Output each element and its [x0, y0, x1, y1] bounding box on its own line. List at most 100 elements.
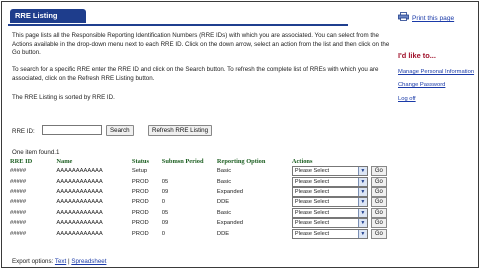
print-this-page-link[interactable]: Print this page	[412, 15, 454, 22]
cell-reporting-option: DDE	[216, 199, 230, 206]
change-password-link[interactable]: Change Password	[398, 82, 445, 88]
export-spreadsheet-link[interactable]: Spreadsheet	[71, 258, 106, 265]
cell-rre-id: #####	[10, 220, 27, 227]
cell-name: AAAAAAAAAAAA	[56, 230, 103, 237]
chevron-down-icon[interactable]: ▼	[357, 177, 367, 186]
cell-rre-id: #####	[10, 188, 27, 195]
action-select-value: Please Select	[294, 168, 330, 175]
chevron-down-icon[interactable]: ▼	[357, 229, 367, 238]
go-button[interactable]: Go	[370, 207, 387, 218]
header-name[interactable]: Name	[56, 156, 132, 166]
go-button[interactable]: Go	[370, 186, 387, 197]
cell-submsn-period: 0	[161, 230, 166, 237]
intro-paragraph-1: This page lists all the Responsible Repo…	[12, 32, 390, 57]
window-frame: RRE Listing This page lists all the Resp…	[1, 1, 479, 268]
cell-rre-id: #####	[10, 199, 27, 206]
cell-actions: Please Select ▼ Go	[291, 186, 390, 197]
chevron-down-icon[interactable]: ▼	[357, 198, 367, 207]
rre-id-input[interactable]	[42, 125, 102, 135]
chevron-down-icon[interactable]: ▼	[357, 167, 367, 176]
export-options: Export options: Text | Spreadsheet	[12, 258, 106, 265]
search-button[interactable]: Search	[106, 125, 134, 136]
export-separator: |	[67, 258, 70, 265]
cell-status: PROD	[131, 230, 149, 237]
go-button[interactable]: Go	[370, 166, 387, 177]
cell-reporting-option: Basic	[216, 178, 232, 185]
go-button[interactable]: Go	[370, 176, 387, 187]
header-submsn-period[interactable]: Submsn Period	[162, 156, 217, 166]
rre-id-label: RRE ID:	[12, 128, 35, 135]
sidebar: Print this page I'd like to... Manage Pe…	[398, 8, 480, 267]
chevron-down-icon[interactable]: ▼	[357, 219, 367, 228]
action-select[interactable]: Please Select ▼	[291, 218, 368, 229]
header-rre-id[interactable]: RRE ID	[10, 156, 56, 166]
cell-status: PROD	[131, 188, 149, 195]
action-select[interactable]: Please Select ▼	[291, 228, 368, 239]
cell-submsn-period: 05	[161, 178, 169, 185]
header-status[interactable]: Status	[132, 156, 162, 166]
go-button[interactable]: Go	[370, 218, 387, 229]
cell-submsn-period: 0	[161, 199, 166, 206]
table-row: ##### AAAAAAAAAAAA PROD 05 Basic Please Selec…	[10, 176, 390, 187]
header-reporting-option[interactable]: Reporting Option	[217, 156, 292, 166]
export-text-link[interactable]: Text	[55, 258, 66, 265]
table-row: ##### AAAAAAAAAAAA PROD 0 DDE Please Select ▼ G…	[10, 228, 390, 239]
cell-actions: Please Select ▼ Go	[291, 207, 390, 218]
cell-submsn-period: 05	[161, 209, 169, 216]
log-off-link[interactable]: Log off	[398, 96, 416, 102]
cell-status: Setup	[131, 168, 148, 175]
action-select-value: Please Select	[294, 230, 330, 237]
cell-actions: Please Select ▼ Go	[291, 218, 390, 229]
cell-actions: Please Select ▼ Go	[291, 166, 390, 177]
cell-name: AAAAAAAAAAAA	[56, 220, 103, 227]
cell-actions: Please Select ▼ Go	[291, 197, 390, 208]
cell-actions: Please Select ▼ Go	[291, 176, 390, 187]
intro-paragraph-2: To search for a specific RRE enter the R…	[12, 66, 379, 82]
page-title: RRE Listing	[10, 9, 86, 23]
rre-table: RRE ID Name Status Submsn Period Reporti…	[10, 156, 390, 239]
export-label: Export options:	[12, 258, 54, 265]
table-row: ##### AAAAAAAAAAAA PROD 05 Basic Please Selec…	[10, 207, 390, 218]
cell-submsn-period: 09	[161, 188, 169, 195]
cell-actions: Please Select ▼ Go	[291, 228, 390, 239]
action-select-value: Please Select	[294, 199, 330, 206]
printer-icon[interactable]	[398, 12, 409, 21]
cell-status: PROD	[131, 220, 149, 227]
cell-name: AAAAAAAAAAAA	[56, 168, 103, 175]
title-bar: RRE Listing	[8, 8, 348, 26]
header-actions: Actions	[291, 157, 313, 165]
chevron-down-icon[interactable]: ▼	[357, 187, 367, 196]
main-content: RRE Listing This page lists all the Resp…	[8, 8, 390, 267]
action-select[interactable]: Please Select ▼	[291, 186, 368, 197]
cell-status: PROD	[131, 178, 149, 185]
cell-reporting-option: Basic	[216, 168, 232, 175]
items-found-text: One item found.1	[12, 149, 60, 156]
go-button[interactable]: Go	[370, 228, 387, 239]
chevron-down-icon[interactable]: ▼	[357, 208, 367, 217]
cell-rre-id: #####	[10, 209, 27, 216]
action-select[interactable]: Please Select ▼	[291, 197, 368, 208]
cell-name: AAAAAAAAAAAA	[56, 199, 103, 206]
table-row: ##### AAAAAAAAAAAA PROD 09 Expanded Please Se…	[10, 186, 390, 197]
table-row: ##### AAAAAAAAAAAA PROD 0 DDE Please Select ▼ G…	[10, 197, 390, 208]
cell-reporting-option: Expanded	[216, 188, 244, 195]
cell-name: AAAAAAAAAAAA	[56, 188, 103, 195]
action-select-value: Please Select	[294, 188, 330, 195]
cell-rre-id: #####	[10, 230, 27, 237]
action-select[interactable]: Please Select ▼	[291, 176, 368, 187]
go-button[interactable]: Go	[370, 197, 387, 208]
cell-submsn-period	[162, 166, 217, 176]
cell-name: AAAAAAAAAAAA	[56, 178, 103, 185]
refresh-rre-listing-button[interactable]: Refresh RRE Listing	[148, 125, 213, 136]
action-select[interactable]: Please Select ▼	[291, 166, 368, 177]
search-row: RRE ID: Search Refresh RRE Listing	[12, 125, 392, 139]
cell-name: AAAAAAAAAAAA	[56, 209, 103, 216]
cell-rre-id: #####	[10, 168, 27, 175]
intro-paragraph-3: The RRE Listing is sorted by RRE ID.	[12, 94, 115, 101]
cell-reporting-option: Basic	[216, 209, 232, 216]
action-select[interactable]: Please Select ▼	[291, 207, 368, 218]
action-select-value: Please Select	[294, 209, 330, 216]
manage-personal-information-link[interactable]: Manage Personal Information	[398, 69, 474, 75]
cell-status: PROD	[131, 199, 149, 206]
cell-reporting-option: DDE	[216, 230, 230, 237]
